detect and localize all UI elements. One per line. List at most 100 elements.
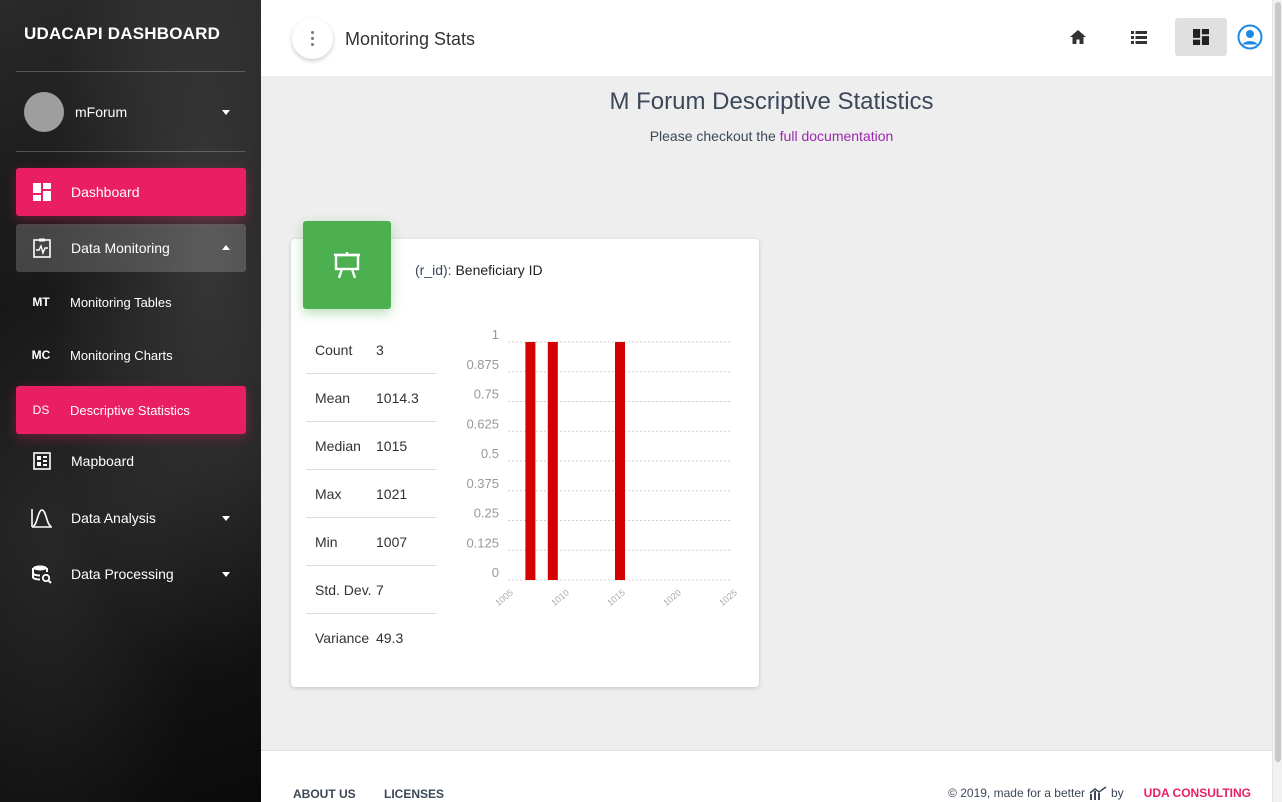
sidebar-item-label: Data Analysis (71, 510, 156, 526)
dashboard-button[interactable] (1175, 18, 1227, 56)
subtitle-text: Please checkout the (649, 128, 776, 144)
card-title-label: Beneficiary ID (455, 262, 543, 278)
stat-row: Min 1007 (306, 518, 436, 566)
x-tick-label: 1020 (661, 587, 683, 608)
histogram-bar (615, 342, 625, 580)
sidebar-item-data-analysis[interactable]: Data Analysis (16, 494, 246, 542)
sidebar-item-label: Descriptive Statistics (70, 402, 190, 418)
dot (311, 37, 314, 40)
sidebar-item-mapboard[interactable]: Mapboard (16, 437, 246, 485)
stats-table: Count 3 Mean 1014.3 Median 1015 Max 1021 Min… (306, 326, 436, 662)
sidebar-item-label: Data Processing (71, 566, 174, 582)
bell-curve-icon (31, 507, 53, 529)
stat-row: Median 1015 (306, 422, 436, 470)
stat-value: 1021 (376, 485, 408, 502)
x-tick-label: 1015 (605, 587, 627, 608)
chevron-down-icon (222, 572, 230, 577)
user-menu[interactable]: mForum (24, 92, 240, 132)
card-title-prefix: (r_id): (415, 262, 452, 278)
page-title: M Forum Descriptive Statistics (609, 88, 934, 115)
stat-value: 1014.3 (376, 389, 419, 406)
dot (311, 43, 314, 46)
database-search-icon (31, 563, 53, 585)
list-button[interactable] (1113, 18, 1165, 56)
stat-label: Min (315, 533, 338, 550)
sidebar-item-label: Dashboard (71, 184, 140, 200)
monitoring-clipboard-icon (31, 237, 53, 259)
stat-row: Max 1021 (306, 470, 436, 518)
stat-value: 49.3 (376, 630, 404, 646)
sidebar-item-label: Monitoring Tables (70, 294, 172, 310)
copyright-by: by (1110, 786, 1124, 800)
documentation-link[interactable]: full documentation (780, 128, 894, 144)
brand-title[interactable]: UDACAPI DASHBOARD (24, 24, 220, 44)
stat-value: 1015 (376, 437, 408, 454)
account-circle-icon (1237, 24, 1263, 50)
growth-chart-icon (1089, 786, 1107, 800)
stat-label: Median (315, 437, 361, 454)
card-header-icon (303, 221, 391, 309)
stat-label: Mean (315, 389, 351, 406)
user-name: mForum (75, 104, 128, 120)
dashboard-icon (31, 181, 53, 203)
stat-label: Max (315, 485, 342, 502)
scrollbar-thumb[interactable] (1275, 2, 1281, 762)
more-vert-button[interactable] (292, 18, 333, 59)
stat-value: 3 (376, 341, 384, 358)
account-button[interactable] (1224, 18, 1276, 56)
y-tick-label: 0.125 (466, 535, 499, 550)
stat-label: Variance (315, 630, 370, 646)
y-tick-label: 0.5 (481, 446, 499, 461)
licenses-link[interactable]: LICENSES (384, 787, 444, 801)
sidebar-item-monitoring-tables[interactable]: MT Monitoring Tables (16, 278, 246, 326)
y-tick-label: 0.375 (466, 476, 499, 491)
sidebar-item-abbr: DS (32, 403, 50, 417)
sidebar-item-data-processing[interactable]: Data Processing (16, 550, 246, 598)
x-tick-label: 1025 (717, 587, 739, 608)
stat-value: 7 (376, 581, 384, 598)
home-icon (1070, 30, 1086, 44)
y-tick-label: 0 (492, 565, 499, 580)
sidebar-item-label: Mapboard (71, 453, 135, 469)
copyright: © 2019, made for a better by UDA CONSULT… (948, 786, 1251, 800)
copyright-text: © 2019, made for a better (948, 786, 1085, 800)
sidebar-divider (16, 71, 245, 72)
sidebar: UDACAPI DASHBOARD mForum Dashboard Data … (0, 0, 261, 802)
sidebar-item-data-monitoring[interactable]: Data Monitoring (16, 224, 246, 272)
histogram-bar (547, 342, 558, 580)
top-navbar: Monitoring Stats (261, 0, 1282, 76)
presentation-board-icon (334, 252, 360, 279)
y-tick-label: 0.75 (474, 387, 499, 402)
page-subtitle: Please checkout the full documentation (261, 128, 1282, 144)
sidebar-item-label: Monitoring Charts (70, 347, 173, 363)
footer: ABOUT US LICENSES © 2019, made for a bet… (261, 750, 1272, 802)
sidebar-item-dashboard[interactable]: Dashboard (16, 168, 246, 216)
stat-row: Mean 1014.3 (306, 374, 436, 422)
chevron-down-icon (222, 110, 230, 115)
stat-label: Std. Dev. (315, 581, 372, 598)
page-scrollbar[interactable] (1272, 0, 1282, 802)
about-us-link[interactable]: ABOUT US (293, 787, 356, 801)
sidebar-item-abbr: MC (31, 348, 51, 362)
y-tick-label: 0.875 (466, 357, 499, 372)
sidebar-item-descriptive-statistics[interactable]: DS Descriptive Statistics (16, 386, 246, 434)
y-tick-label: 0.25 (474, 506, 499, 521)
mapboard-icon (31, 450, 53, 472)
page-heading: Monitoring Stats (345, 29, 476, 49)
stat-label: Count (315, 341, 353, 358)
histogram-bar (525, 342, 536, 580)
chevron-down-icon (222, 516, 230, 521)
histogram-chart: 1 0.875 0.75 0.625 0.5 0.375 0.25 0.125 0 1005 101… (466, 327, 739, 608)
sidebar-divider (16, 151, 245, 152)
dot (311, 31, 314, 34)
x-tick-label: 1005 (493, 587, 515, 608)
card-title: (r_id): Beneficiary ID (415, 262, 543, 278)
avatar (24, 92, 64, 132)
dashboard-icon (1193, 29, 1209, 45)
home-button[interactable] (1052, 18, 1104, 56)
stat-row: Count 3 (306, 326, 436, 374)
sidebar-item-label: Data Monitoring (71, 240, 170, 256)
company-link[interactable]: UDA CONSULTING (1144, 786, 1251, 800)
stat-row: Std. Dev. 7 (306, 566, 436, 614)
sidebar-item-monitoring-charts[interactable]: MC Monitoring Charts (16, 331, 246, 379)
